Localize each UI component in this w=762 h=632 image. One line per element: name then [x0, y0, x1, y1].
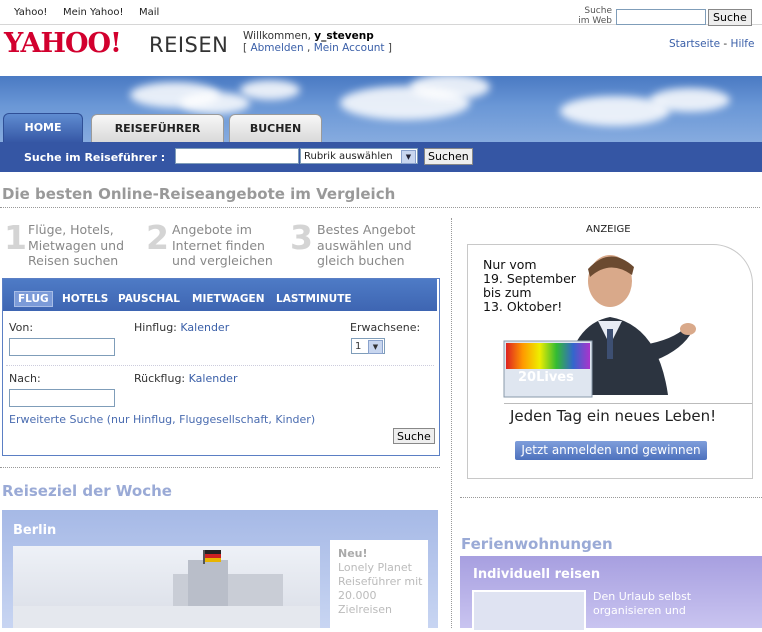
step-text-1: Flüge, Hotels, Mietwagen und Reisen such…: [28, 222, 124, 269]
step-3-line: gleich buchen: [317, 253, 405, 268]
ferienwohnungen-title[interactable]: Individuell reisen: [473, 567, 600, 582]
ferienwohnungen-image[interactable]: [472, 590, 586, 632]
advanced-search-link[interactable]: Erweiterte Suche (nur Hinflug, Fluggesel…: [9, 413, 315, 426]
tab-home[interactable]: HOME: [3, 113, 83, 143]
from-input[interactable]: [9, 338, 115, 356]
tab-mietwagen[interactable]: MIETWAGEN: [192, 293, 265, 305]
reichstag-image: [13, 550, 320, 628]
step-1-line: Mietwagen und: [28, 237, 125, 253]
yahoo-logo[interactable]: YAHOO!: [4, 28, 122, 59]
step-3-line: Bestes Angebot: [317, 222, 416, 237]
ad-dates: Nur vom 19. September bis zum 13. Oktobe…: [483, 258, 576, 314]
mein-yahoo-link[interactable]: Mein Yahoo!: [63, 7, 124, 18]
destination-image[interactable]: [13, 546, 320, 628]
step-2-line: Internet finden: [172, 237, 265, 253]
tab-lastminute[interactable]: LASTMINUTE: [276, 293, 352, 305]
step-1-line: Reisen suchen: [28, 253, 119, 268]
guide-search-label: Suche im Reiseführer :: [24, 151, 166, 164]
destination-city[interactable]: Berlin: [13, 523, 56, 538]
reisen-logo-text: REISEN: [149, 33, 229, 57]
mail-link[interactable]: Mail: [139, 7, 159, 18]
ferienwohnungen-heading: Ferienwohnungen: [461, 535, 613, 553]
depart-label: Hinflug: Kalender: [134, 321, 229, 334]
flight-search-button[interactable]: Suche: [393, 428, 435, 444]
return-label: Rückflug: Kalender: [134, 372, 237, 385]
yahoo-link[interactable]: Yahoo!: [14, 7, 47, 18]
web-search-input[interactable]: [616, 9, 706, 25]
column-divider: [451, 218, 452, 628]
ad-date-line: bis zum: [483, 285, 532, 300]
rubrik-select[interactable]: Rubrik auswählen ▼: [300, 148, 418, 164]
return-label-text: Rückflug:: [134, 372, 186, 385]
adults-select-value: 1: [355, 341, 362, 352]
divider: [0, 207, 760, 208]
divider: [460, 497, 762, 498]
chevron-down-icon: ▼: [368, 340, 383, 354]
new-badge: Neu!: [338, 547, 368, 560]
guide-search-input[interactable]: [175, 148, 299, 164]
return-calendar-link[interactable]: Kalender: [189, 372, 238, 385]
ferienwohnungen-text: Den Urlaub selbst organisieren und: [593, 590, 692, 617]
startseite-link[interactable]: Startseite: [669, 38, 720, 50]
adults-select[interactable]: 1 ▼: [351, 338, 385, 354]
logout-link[interactable]: Abmelden: [250, 42, 303, 54]
tab-flug[interactable]: FLUG: [14, 291, 53, 307]
guide-search-button[interactable]: Suchen: [424, 148, 473, 165]
step-2-line: Angebote im: [172, 222, 252, 237]
to-input[interactable]: [9, 389, 115, 407]
tab-hotels[interactable]: HOTELS: [62, 293, 108, 305]
step-number-1: 1: [4, 218, 27, 257]
step-number-3: 3: [290, 218, 313, 257]
destination-text[interactable]: Lonely Planet Reiseführer mit 20.000 Zie…: [338, 561, 428, 617]
ad-cta-button[interactable]: Jetzt anmelden und gewinnen: [515, 441, 707, 460]
ad-slogan: Jeden Tag ein neues Leben!: [510, 407, 717, 425]
ad-product-name: 20Lives: [518, 370, 574, 385]
step-number-2: 2: [146, 218, 169, 257]
welcome-prefix: Willkommen,: [243, 30, 311, 42]
tab-reisefuehrer[interactable]: REISEFÜHRER: [91, 114, 224, 143]
ad-date-line: 19. September: [483, 271, 576, 286]
chevron-down-icon: ▼: [401, 150, 416, 164]
step-text-3: Bestes Angebot auswählen und gleich buch…: [317, 222, 415, 269]
ad-date-line: 13. Oktober!: [483, 299, 563, 314]
destination-heading: Reiseziel der Woche: [2, 482, 172, 500]
web-search-button[interactable]: Suche: [708, 9, 752, 26]
from-label: Von:: [9, 321, 34, 334]
tab-buchen[interactable]: BUCHEN: [229, 114, 322, 143]
depart-calendar-link[interactable]: Kalender: [180, 321, 229, 334]
welcome-text: Willkommen, y_stevenp: [243, 30, 374, 42]
web-search-label-line2: im Web: [578, 16, 612, 26]
depart-label-text: Hinflug:: [134, 321, 177, 334]
to-label: Nach:: [9, 372, 41, 385]
account-link[interactable]: Mein Account: [314, 42, 385, 54]
step-3-line: auswählen und: [317, 237, 412, 253]
web-search-label-line1: Suche: [584, 6, 612, 16]
step-2-line: und vergleichen: [172, 253, 273, 268]
ad-label: ANZEIGE: [586, 224, 631, 235]
header-right-links: Startseite - Hilfe: [669, 38, 755, 50]
adults-label: Erwachsene:: [350, 321, 421, 334]
rubrik-select-value: Rubrik auswählen: [304, 151, 393, 162]
hilfe-link[interactable]: Hilfe: [731, 38, 755, 50]
page-title: Die besten Online-Reiseangebote im Vergl…: [2, 185, 396, 203]
ad-date-line: Nur vom: [483, 257, 537, 272]
step-1-line: Flüge, Hotels,: [28, 222, 114, 237]
top-links: Yahoo! Mein Yahoo! Mail: [14, 5, 171, 18]
username: y_stevenp: [314, 30, 374, 42]
account-links: [ Abmelden , Mein Account ]: [243, 42, 392, 54]
step-text-2: Angebote im Internet finden und vergleic…: [172, 222, 273, 269]
tab-pauschal[interactable]: PAUSCHAL: [118, 293, 180, 305]
form-divider: [6, 365, 434, 366]
web-search-label: Suche im Web: [574, 6, 612, 26]
divider: [0, 467, 440, 468]
